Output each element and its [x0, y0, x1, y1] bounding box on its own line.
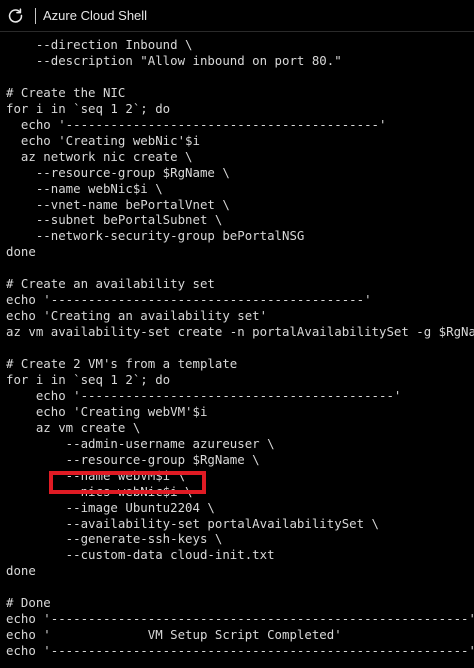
terminal-line: --subnet bePortalSubnet \	[6, 212, 223, 228]
terminal-line: --resource-group $RgName \	[6, 164, 230, 180]
cloud-shell-header: Azure Cloud Shell	[0, 0, 474, 32]
terminal-line: az vm availability-set create -n portalA…	[6, 324, 474, 340]
terminal-line: az network nic create \	[6, 148, 193, 164]
terminal-line: --vnet-name bePortalVnet \	[6, 196, 230, 212]
terminal-line: --direction Inbound \	[6, 37, 193, 52]
terminal-line: echo 'Creating webNic'$i	[6, 132, 200, 148]
terminal-line: --admin-username azureuser \	[6, 435, 275, 451]
terminal-output[interactable]: --direction Inbound \ --description "All…	[0, 32, 474, 668]
terminal-line: for i in `seq 1 2`; do	[6, 371, 171, 387]
terminal-line: az vm create \	[6, 419, 141, 435]
terminal-line: echo '----------------------------------…	[6, 116, 387, 132]
terminal-line: echo '----------------------------------…	[6, 387, 402, 403]
terminal-line: # Create an availability set	[6, 276, 215, 292]
terminal-line: for i in `seq 1 2`; do	[6, 100, 171, 116]
terminal-line: # Create 2 VM's from a template	[6, 356, 238, 371]
refresh-icon[interactable]	[7, 7, 24, 24]
terminal-line: --description "Allow inbound on port 80.…	[6, 52, 342, 68]
terminal-line: --availability-set portalAvailabilitySet…	[6, 515, 379, 531]
terminal-line: --name webNic$i \	[6, 180, 163, 196]
terminal-line: --generate-ssh-keys \	[6, 531, 223, 547]
terminal-line: echo 'Creating an availability set'	[6, 308, 268, 324]
terminal-line: --custom-data cloud-init.txt	[6, 547, 275, 563]
terminal-line: echo 'Creating webVM'$i	[6, 403, 208, 419]
terminal-line: done	[6, 244, 36, 260]
terminal-line: --resource-group $RgName \	[6, 451, 260, 467]
terminal-line: echo '----------------------------------…	[6, 292, 372, 308]
terminal-line: --network-security-group bePortalNSG	[6, 228, 305, 244]
window-title: Azure Cloud Shell	[43, 8, 148, 23]
terminal-line: echo '----------------------------------…	[6, 611, 474, 627]
terminal-line: --image Ubuntu2204 \	[6, 499, 215, 515]
terminal-line: --name webVM$i \	[6, 467, 186, 483]
terminal-line: echo '----------------------------------…	[6, 643, 474, 659]
terminal-line: # Create the NIC	[6, 84, 126, 100]
terminal-line: done	[6, 563, 36, 579]
header-divider	[35, 8, 36, 24]
terminal-line: --nics webNic$i \	[6, 483, 193, 499]
terminal-line: # Done	[6, 595, 51, 611]
terminal-line: echo ' VM Setup Script Completed'	[6, 627, 342, 643]
